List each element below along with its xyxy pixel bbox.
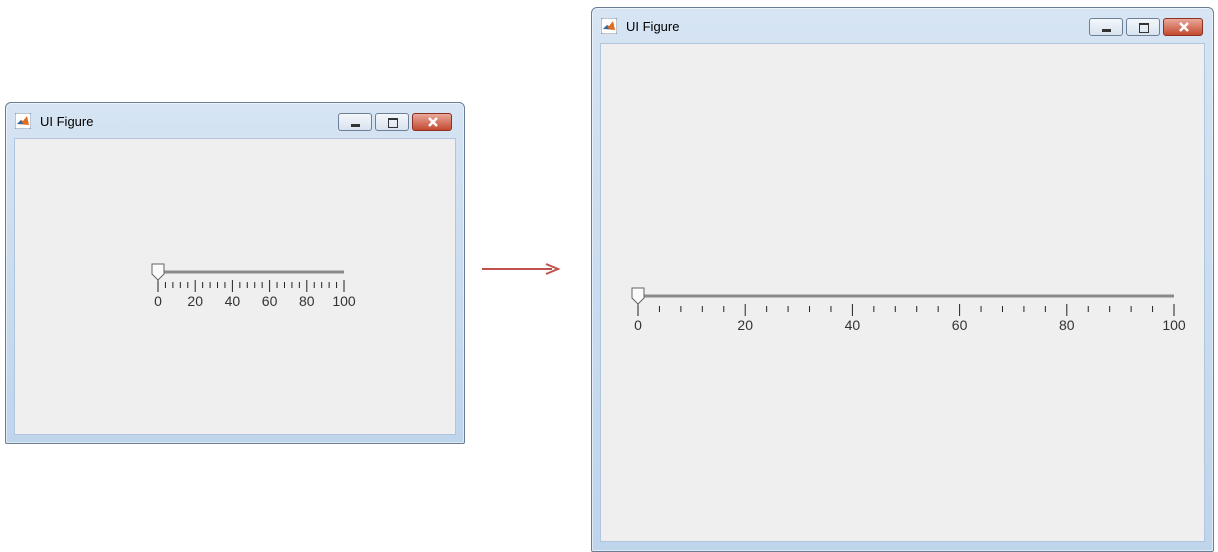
slider-tick-label: 20 bbox=[737, 317, 753, 333]
left-slider-graphic[interactable]: 0 20 40 60 80 100 bbox=[15, 139, 455, 434]
close-icon bbox=[1179, 22, 1189, 32]
window-title: UI Figure bbox=[626, 19, 680, 34]
left-slider[interactable]: 0 20 40 60 80 100 bbox=[15, 139, 455, 434]
right-ui-figure-window[interactable]: UI Figure 0 20 40 60 80 100 bbox=[591, 7, 1214, 552]
slider-tick-label: 40 bbox=[225, 293, 241, 309]
slider-tick-label: 60 bbox=[262, 293, 278, 309]
slider-tick-label: 0 bbox=[634, 317, 642, 333]
slider-tick-label: 100 bbox=[1162, 317, 1186, 333]
slider-tick-label: 80 bbox=[299, 293, 315, 309]
minimize-button[interactable] bbox=[1089, 18, 1123, 36]
minimize-icon bbox=[1102, 29, 1111, 32]
close-icon bbox=[428, 117, 438, 127]
slider-tick-label: 100 bbox=[332, 293, 356, 309]
slider-tick-label: 60 bbox=[952, 317, 968, 333]
left-ui-figure-window[interactable]: UI Figure 0 20 40 60 80 100 bbox=[5, 102, 465, 444]
slider-thumb[interactable] bbox=[631, 287, 645, 305]
close-button[interactable] bbox=[412, 113, 452, 131]
slider-tick-label: 80 bbox=[1059, 317, 1075, 333]
right-slider[interactable]: 0 20 40 60 80 100 bbox=[601, 44, 1204, 541]
right-title-bar[interactable]: UI Figure bbox=[592, 8, 1213, 42]
right-slider-graphic[interactable]: 0 20 40 60 80 100 bbox=[601, 44, 1204, 541]
left-figure-canvas: 0 20 40 60 80 100 bbox=[14, 138, 456, 435]
right-figure-canvas: 0 20 40 60 80 100 bbox=[600, 43, 1205, 542]
resize-arrow-icon bbox=[482, 263, 561, 275]
maximize-icon bbox=[1139, 23, 1149, 33]
window-controls bbox=[1089, 18, 1205, 38]
slider-tick-label: 0 bbox=[154, 293, 162, 309]
window-title: UI Figure bbox=[40, 114, 94, 129]
close-button[interactable] bbox=[1163, 18, 1203, 36]
slider-thumb[interactable] bbox=[151, 263, 165, 281]
minimize-icon bbox=[351, 124, 360, 127]
window-controls bbox=[338, 113, 454, 133]
maximize-button[interactable] bbox=[1126, 18, 1160, 36]
matlab-logo-icon bbox=[15, 113, 31, 129]
maximize-button[interactable] bbox=[375, 113, 409, 131]
slider-tick-label: 40 bbox=[845, 317, 861, 333]
slider-tick-label: 20 bbox=[187, 293, 203, 309]
minimize-button[interactable] bbox=[338, 113, 372, 131]
matlab-logo-icon bbox=[601, 18, 617, 34]
maximize-icon bbox=[388, 118, 398, 128]
left-title-bar[interactable]: UI Figure bbox=[6, 103, 464, 137]
